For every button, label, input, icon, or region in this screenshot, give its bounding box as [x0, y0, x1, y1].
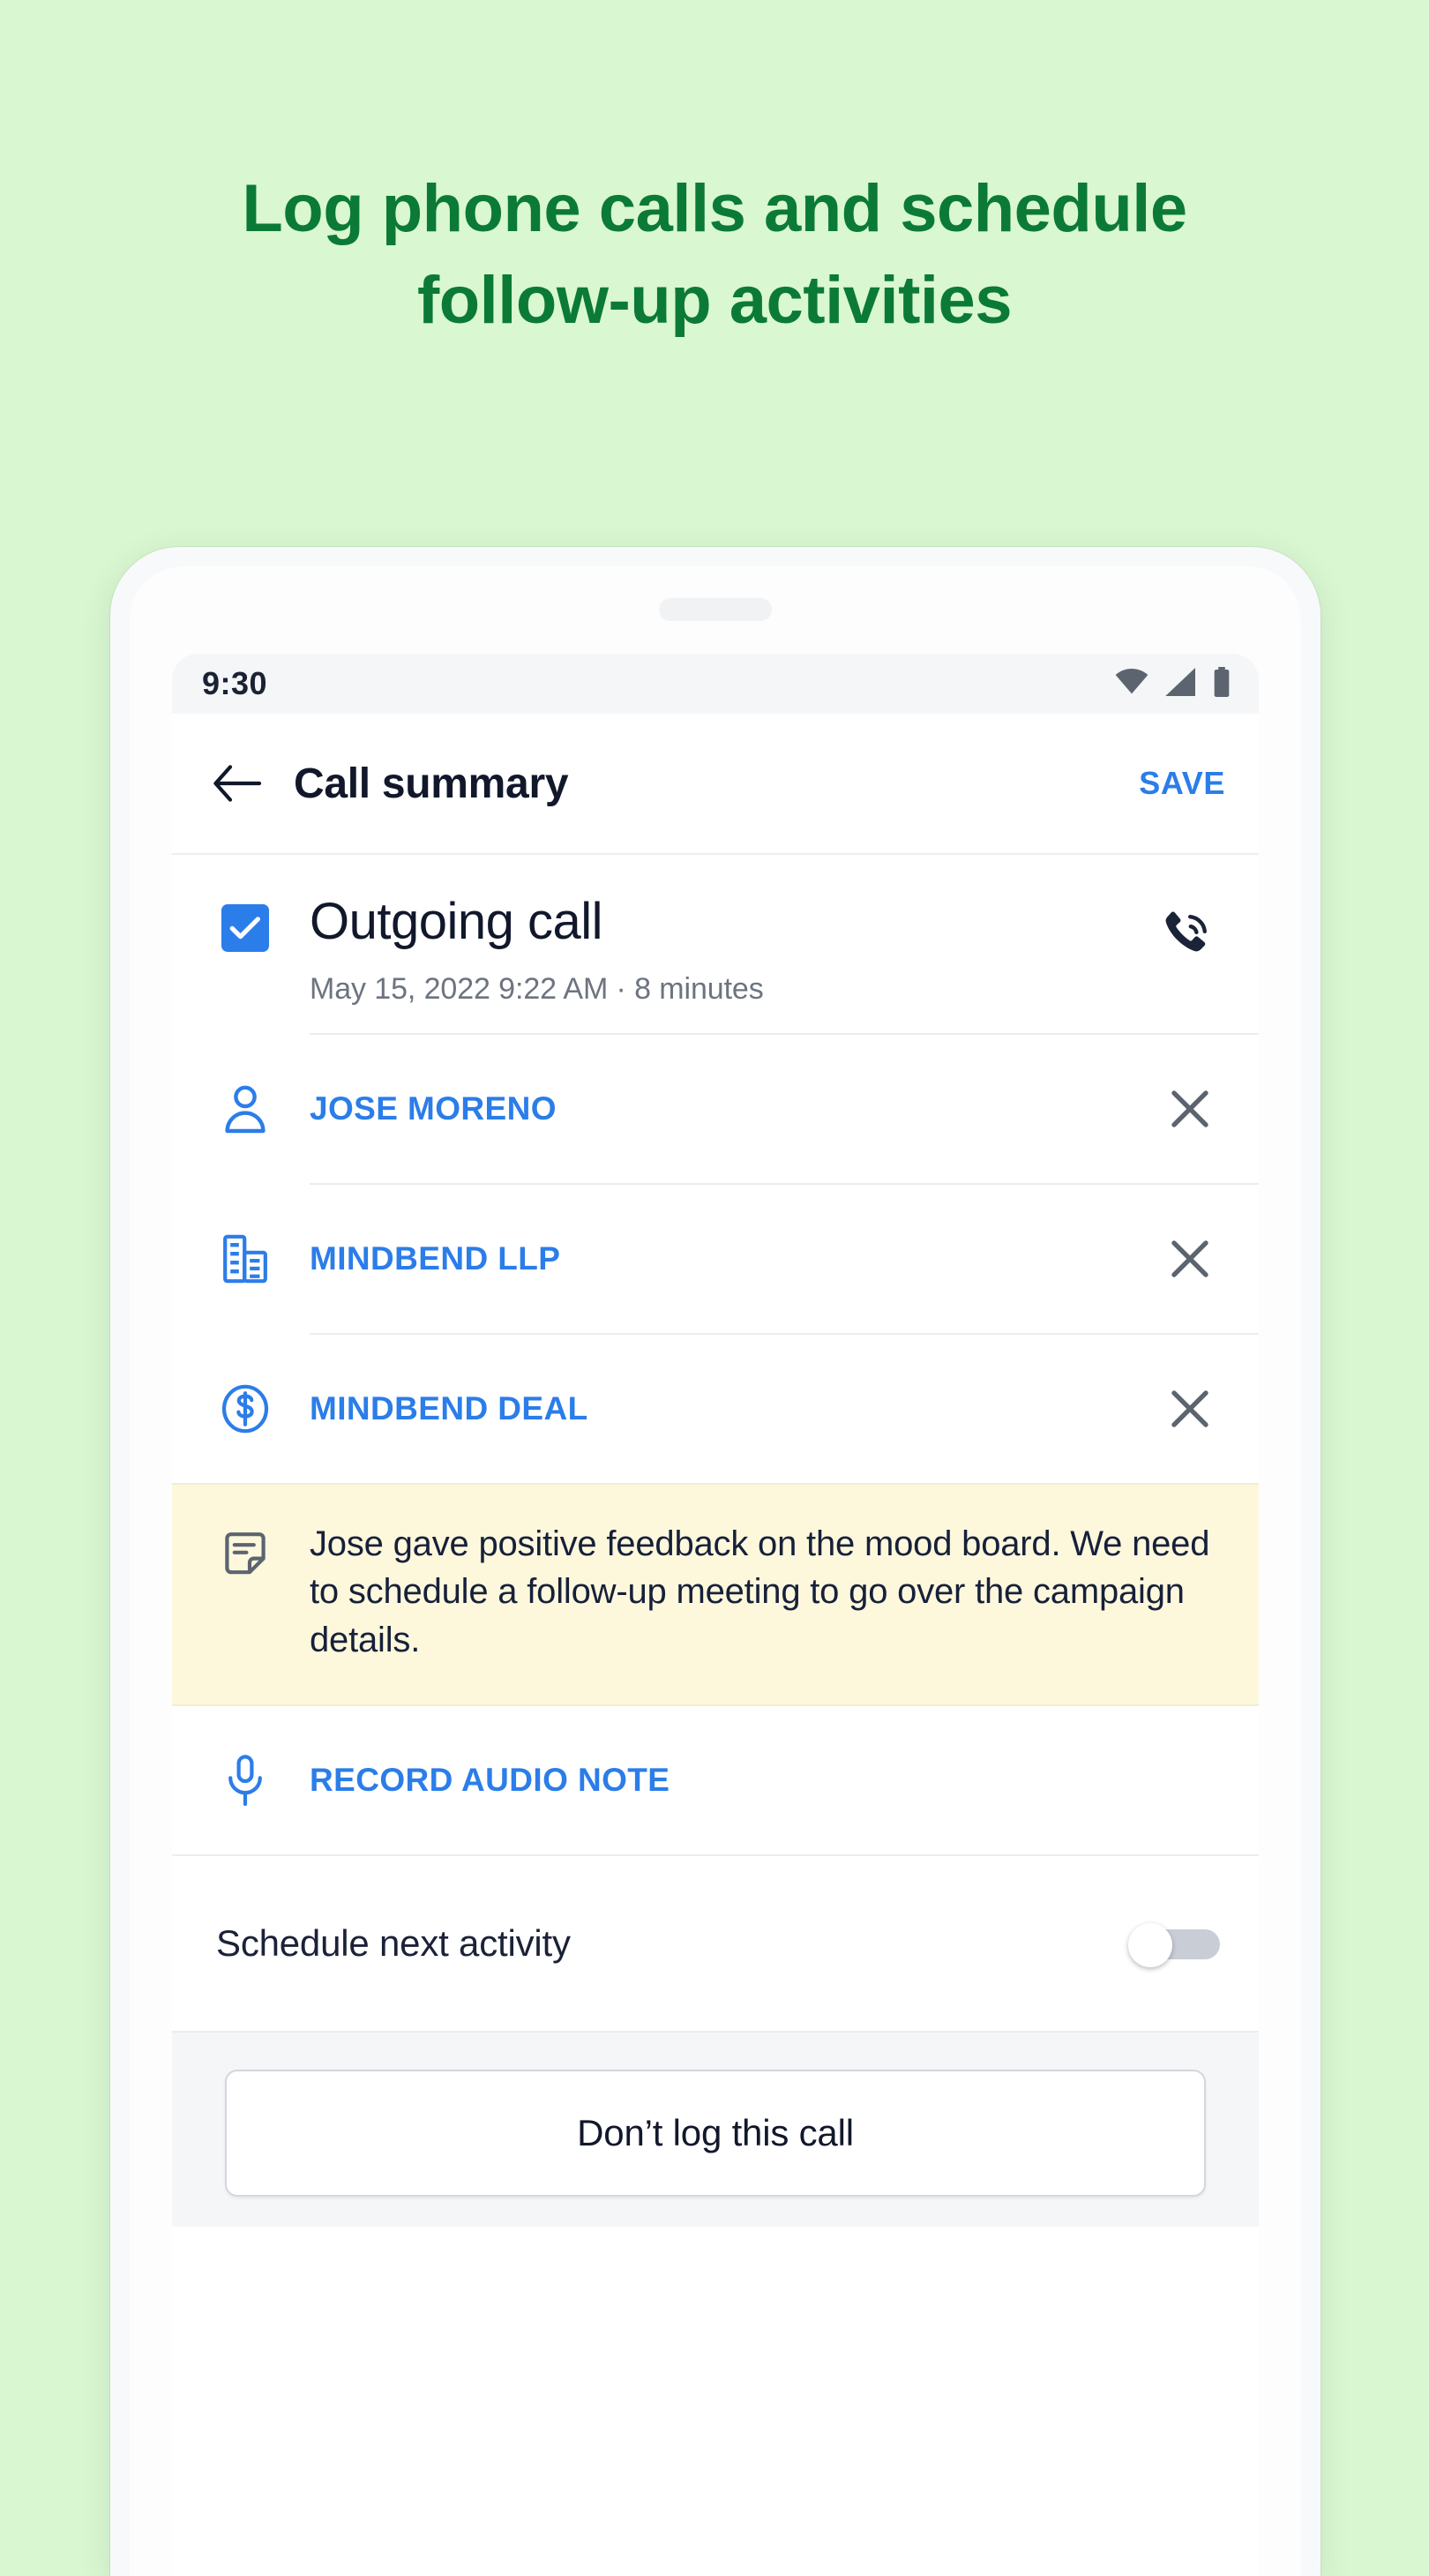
call-type-title: Outgoing call	[310, 893, 603, 950]
status-bar: 9:30	[172, 654, 1259, 714]
linked-record-row-person[interactable]: JOSE MORENO	[172, 1034, 1259, 1183]
close-x-icon	[1171, 1390, 1208, 1427]
person-icon-wrapper	[211, 1082, 280, 1135]
phone-screen: 9:30 Call summary SAVE Outgoing call May…	[172, 654, 1259, 2576]
call-note-block[interactable]: Jose gave positive feedback on the mood …	[172, 1482, 1259, 1707]
call-checkbox-wrapper[interactable]	[211, 895, 280, 1007]
linked-record-row-deal[interactable]: MINDBEND DEAL	[172, 1334, 1259, 1483]
call-note-text[interactable]: Jose gave positive feedback on the mood …	[280, 1520, 1218, 1664]
call-timestamp-duration: May 15, 2022 9:22 AM · 8 minutes	[310, 971, 764, 1006]
record-audio-note-row[interactable]: RECORD AUDIO NOTE	[172, 1706, 1259, 1855]
phone-outgoing-ring-icon	[1165, 911, 1207, 952]
call-text-group: Outgoing call May 15, 2022 9:22 AM · 8 m…	[280, 895, 1146, 1007]
call-logged-checkbox[interactable]	[221, 904, 269, 952]
remove-deal-button[interactable]	[1155, 1386, 1225, 1432]
linked-record-label[interactable]: JOSE MORENO	[310, 1090, 557, 1127]
status-icon-group	[1114, 666, 1231, 701]
building-icon-wrapper	[211, 1232, 280, 1285]
sticky-note-icon	[225, 1531, 266, 1575]
sticky-note-icon-wrapper	[211, 1520, 280, 1664]
save-button[interactable]: SAVE	[1139, 765, 1225, 802]
schedule-next-activity-toggle[interactable]	[1128, 1923, 1220, 1968]
call-summary-block: Outgoing call May 15, 2022 9:22 AM · 8 m…	[172, 855, 1259, 1033]
page-title: Call summary	[294, 760, 569, 807]
bottom-action-area: Don’t log this call	[172, 2033, 1259, 2228]
linked-record-label[interactable]: MINDBEND DEAL	[310, 1390, 588, 1427]
wifi-icon	[1114, 668, 1149, 700]
linked-record-label-wrapper: MINDBEND DEAL	[280, 1390, 1155, 1427]
building-icon	[223, 1234, 267, 1284]
deal-dollar-icon-wrapper	[211, 1383, 280, 1434]
headline-line-2: follow-up activities	[416, 263, 1013, 339]
phone-device-frame: 9:30 Call summary SAVE Outgoing call May…	[110, 547, 1321, 2576]
app-bar: Call summary SAVE	[172, 714, 1259, 855]
close-x-icon	[1171, 1090, 1208, 1127]
toggle-thumb[interactable]	[1128, 1923, 1172, 1968]
linked-record-label-wrapper: JOSE MORENO	[280, 1090, 1155, 1127]
schedule-next-activity-label: Schedule next activity	[216, 1922, 571, 1965]
call-direction-icon-wrapper	[1146, 895, 1225, 1007]
phone-speaker-grille	[659, 598, 772, 621]
linked-record-row-company[interactable]: MINDBEND LLP	[172, 1184, 1259, 1333]
record-audio-note-label[interactable]: RECORD AUDIO NOTE	[310, 1762, 670, 1798]
microphone-icon	[228, 1755, 262, 1807]
cell-signal-icon	[1165, 667, 1197, 700]
person-icon	[225, 1085, 266, 1134]
remove-person-button[interactable]	[1155, 1086, 1225, 1132]
status-time: 9:30	[202, 665, 268, 701]
record-audio-note-label-wrapper: RECORD AUDIO NOTE	[280, 1762, 1155, 1799]
checkmark-icon	[229, 917, 260, 940]
dont-log-call-button[interactable]: Don’t log this call	[225, 2070, 1206, 2198]
linked-record-label[interactable]: MINDBEND LLP	[310, 1240, 560, 1277]
deal-dollar-icon	[221, 1384, 269, 1434]
linked-record-label-wrapper: MINDBEND LLP	[280, 1240, 1155, 1277]
back-button[interactable]	[204, 750, 271, 817]
schedule-next-activity-row[interactable]: Schedule next activity	[172, 1856, 1259, 2033]
arrow-left-icon	[213, 765, 262, 802]
close-x-icon	[1171, 1240, 1208, 1277]
microphone-icon-wrapper	[211, 1753, 280, 1808]
phone-bezel: 9:30 Call summary SAVE Outgoing call May…	[130, 566, 1301, 2576]
headline-line-1: Log phone calls and schedule	[242, 171, 1187, 246]
promo-headline: Log phone calls and schedule follow-up a…	[0, 163, 1429, 347]
remove-company-button[interactable]	[1155, 1236, 1225, 1282]
battery-icon	[1213, 666, 1231, 701]
